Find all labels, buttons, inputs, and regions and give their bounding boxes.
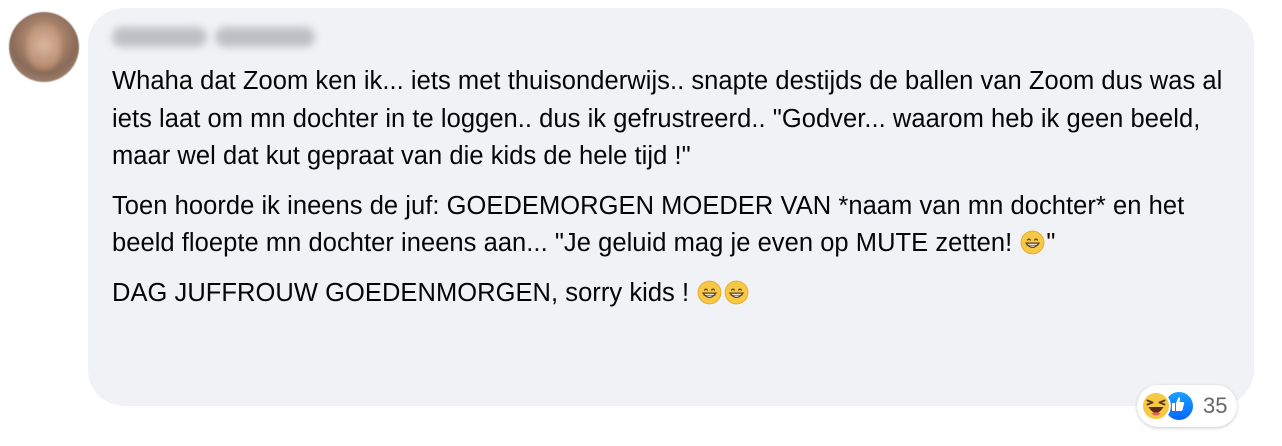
reactions-summary[interactable]: 35 bbox=[1137, 385, 1238, 427]
comment-author-name[interactable] bbox=[112, 24, 323, 50]
comment-paragraph: Toen hoorde ik ineens de juf: GOEDEMORGE… bbox=[112, 191, 1185, 258]
grinning-face-emoji-icon bbox=[697, 280, 722, 304]
comment-bubble: Whaha dat Zoom ken ik... iets met thuiso… bbox=[88, 8, 1254, 406]
comment-body: Whaha dat Zoom ken ik... iets met thuiso… bbox=[112, 63, 1230, 312]
reaction-count: 35 bbox=[1203, 393, 1228, 418]
blurred-name-part bbox=[112, 27, 207, 47]
blurred-name-part bbox=[215, 27, 315, 47]
comment-paragraph: Whaha dat Zoom ken ik... iets met thuiso… bbox=[112, 67, 1223, 170]
grinning-face-emoji-icon bbox=[724, 280, 749, 304]
grinning-face-emoji-icon bbox=[1021, 230, 1045, 255]
haha-reaction-icon bbox=[1141, 391, 1171, 421]
avatar[interactable] bbox=[9, 12, 79, 82]
comment-paragraph: DAG JUFFROUW GOEDENMORGEN, sorry kids ! bbox=[112, 275, 1230, 313]
comment-thread: Whaha dat Zoom ken ik... iets met thuiso… bbox=[0, 0, 1282, 446]
